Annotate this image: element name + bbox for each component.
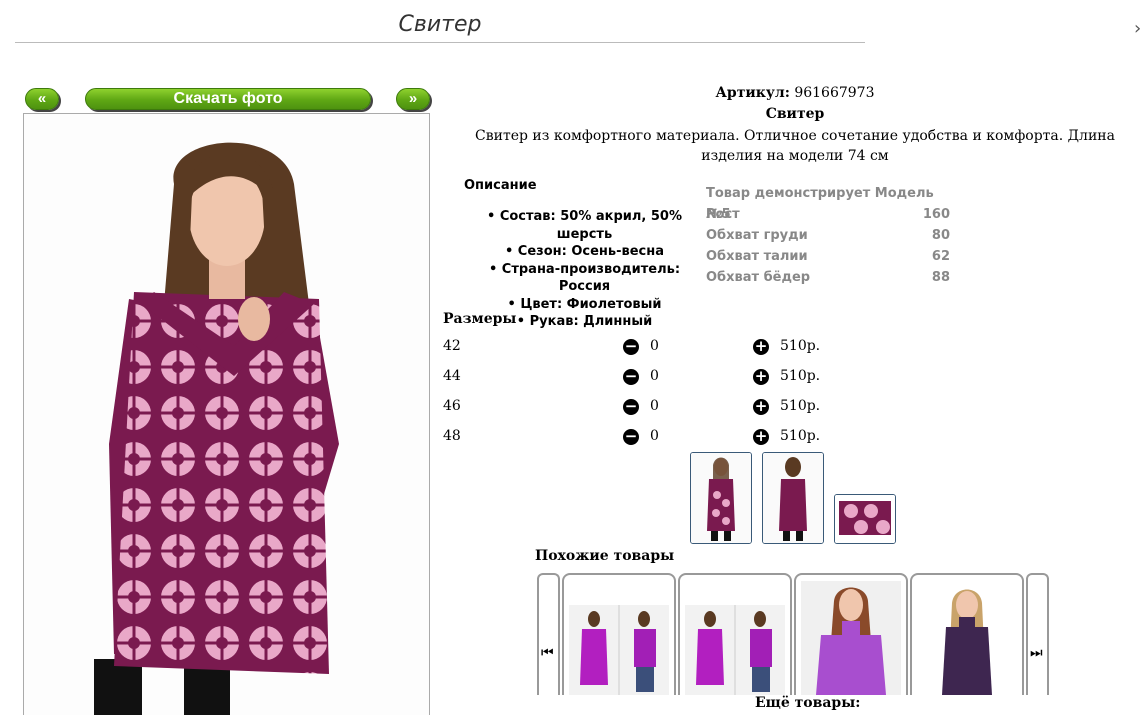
sizes-heading: Размеры [443,311,517,327]
title-divider [15,42,865,43]
model-row-label: Обхват талии [706,249,808,264]
main-product-photo[interactable] [23,113,430,715]
size-price: 510р. [780,368,821,384]
size-label: 42 [443,338,461,354]
more-items-heading: Ещё товары: [755,695,861,711]
size-label: 44 [443,368,461,384]
similar-item-image [569,605,669,695]
size-price: 510р. [780,428,821,444]
carousel-prev-button[interactable]: ⏮ [537,573,560,695]
download-photo-button[interactable]: Скачать фото [85,88,371,110]
description-item: Страна-производитель: Россия [462,261,707,296]
prev-photo-button[interactable]: « [25,88,59,110]
model-heading: Товар демонстрирует Модель №5 [706,186,934,222]
model-heading-row: Товар демонстрирует Модель №5 [706,183,950,222]
model-row-label: Обхват груди [706,228,808,243]
thumbnail-image [835,495,895,543]
size-row: 48 − 0 + 510р. [443,428,843,450]
chevron-right-icon[interactable]: › [1134,18,1141,39]
description-item: Состав: 50% акрил, 50% шерсть [462,208,707,243]
thumbnail-image [763,453,823,543]
description-heading: Описание [464,178,537,193]
size-price: 510р. [780,398,821,414]
minus-icon[interactable]: − [623,339,639,355]
model-row: Рост 160 [706,204,950,225]
similar-item-image [917,581,1017,695]
article-label: Артикул: [715,85,790,101]
plus-icon[interactable]: + [753,399,769,415]
next-photo-button[interactable]: » [396,88,430,110]
size-row: 46 − 0 + 510р. [443,398,843,420]
carousel-next-button[interactable]: ⏭ [1026,573,1049,695]
minus-icon[interactable]: − [623,429,639,445]
model-row-value: 80 [931,228,950,243]
quantity-value: 0 [650,338,659,354]
model-photo-illustration [94,142,339,715]
size-row: 44 − 0 + 510р. [443,368,843,390]
minus-icon[interactable]: − [623,399,639,415]
similar-item-card[interactable] [562,573,676,695]
product-description: Свитер из комфортного материала. Отлично… [475,128,1115,164]
similar-items-heading: Похожие товары [535,548,675,564]
model-measurements: Товар демонстрирует Модель №5 Рост 160 О… [706,183,950,288]
similar-item-card[interactable] [794,573,908,695]
similar-item-card[interactable] [910,573,1024,695]
model-row: Обхват груди 80 [706,225,950,246]
plus-icon[interactable]: + [753,339,769,355]
plus-icon[interactable]: + [753,369,769,385]
plus-icon[interactable]: + [753,429,769,445]
size-label: 48 [443,428,461,444]
model-row-value: 62 [931,249,950,264]
photo-thumbnail[interactable] [762,452,824,544]
similar-item-image [801,581,901,695]
quantity-value: 0 [650,368,659,384]
size-price: 510р. [780,338,821,354]
model-row-value: 88 [931,270,950,285]
minus-icon[interactable]: − [623,369,639,385]
similar-item-card[interactable] [678,573,792,695]
product-name: Свитер [765,106,825,122]
page-title: Свитер [398,12,482,37]
model-row: Обхват талии 62 [706,246,950,267]
quantity-value: 0 [650,398,659,414]
size-label: 46 [443,398,461,414]
model-row-label: Рост [706,207,740,222]
model-row-value: 160 [922,207,950,222]
similar-item-image [685,605,785,695]
photo-thumbnail[interactable] [690,452,752,544]
description-item: Сезон: Осень-весна [462,243,707,261]
skip-back-icon: ⏮ [541,645,554,661]
thumbnail-image [691,453,751,543]
model-row-label: Обхват бёдер [706,270,811,285]
article-value: 961667973 [794,85,875,101]
quantity-value: 0 [650,428,659,444]
model-row: Обхват бёдер 88 [706,267,950,288]
photo-thumbnail[interactable] [834,494,896,544]
skip-forward-icon: ⏭ [1030,645,1043,661]
article-line: Артикул: 961667973 [700,85,890,101]
size-row: 42 − 0 + 510р. [443,338,843,360]
